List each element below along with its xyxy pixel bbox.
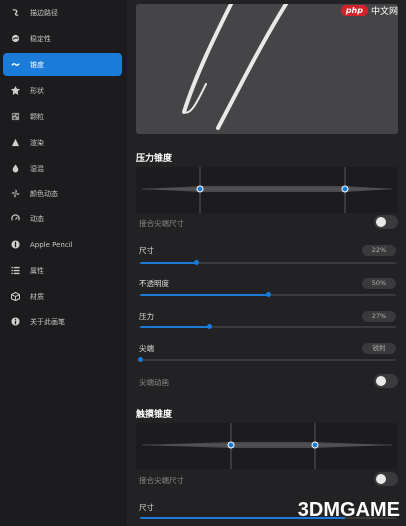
pressure-opacity-slider[interactable] (140, 292, 396, 297)
materials-icon (11, 292, 20, 301)
stroke-preview (136, 4, 398, 134)
touch-taper-end-handle[interactable] (311, 441, 319, 449)
sidebar-item-about-brush[interactable]: 关于此画笔 (3, 310, 122, 333)
apple-pencil-icon (11, 240, 20, 249)
grain-icon (11, 112, 20, 121)
pressure-tip-animation-toggle[interactable] (374, 374, 398, 388)
pressure-size-label: 尺寸 (139, 246, 154, 255)
sidebar-item-label: 形状 (30, 86, 44, 95)
pressure-opacity-label: 不透明度 (139, 279, 169, 288)
sidebar-item-properties[interactable]: 属性 (3, 259, 122, 282)
pressure-opacity-value[interactable]: 50% (362, 278, 396, 289)
sidebar-item-label: 描边路径 (30, 8, 58, 17)
touch-taper-curve[interactable] (136, 423, 398, 469)
color-dynamics-icon (11, 189, 20, 198)
pressure-pressure-value[interactable]: 27% (362, 311, 396, 322)
sidebar-item-stabilization[interactable]: 稳定性 (3, 27, 122, 50)
pressure-taper-curve[interactable] (136, 167, 398, 213)
stroke-preview-drawing (182, 4, 288, 130)
sidebar: 描边路径 稳定性 锥度 形状 颗粒 渲染 湿混 颜色动态 动态 Apple Pe… (0, 0, 127, 526)
taper-start-handle[interactable] (196, 185, 204, 193)
touch-tip-size-label: 接合尖端尺寸 (139, 476, 184, 485)
pressure-tip-slider[interactable] (137, 357, 396, 362)
sidebar-item-label: 属性 (30, 266, 44, 275)
pressure-pressure-label: 压力 (139, 312, 154, 321)
3dmgame-watermark: 3DMGAME (297, 499, 400, 521)
sidebar-item-color-dynamics[interactable]: 颜色动态 (3, 182, 122, 205)
dynamics-icon (11, 214, 20, 223)
pressure-size-value[interactable]: 22% (362, 245, 396, 256)
touch-taper-title: 触摸锥度 (136, 410, 173, 420)
sidebar-item-label: 材质 (30, 292, 44, 301)
sidebar-item-label: Apple Pencil (30, 240, 73, 249)
php-watermark: php 中文网 (340, 4, 398, 17)
sidebar-item-label: 湿混 (30, 164, 44, 173)
touch-taper-start-handle[interactable] (227, 441, 235, 449)
wet-mix-icon (11, 164, 20, 173)
sidebar-item-label: 颗粒 (30, 112, 44, 121)
touch-taper-curve-graphic (142, 423, 392, 469)
touch-tip-size-toggle[interactable] (374, 472, 398, 486)
pressure-tip-animation-label: 尖端动画 (139, 378, 169, 387)
sidebar-item-label: 动态 (30, 214, 44, 223)
shape-icon (11, 86, 20, 95)
pressure-tip-size-toggle[interactable] (374, 215, 398, 229)
pressure-taper-curve-graphic (142, 167, 392, 213)
sidebar-item-label: 稳定性 (30, 34, 51, 43)
info-icon (11, 317, 20, 326)
sidebar-item-shape[interactable]: 形状 (3, 79, 122, 102)
pressure-taper-title: 压力锥度 (136, 154, 173, 164)
sidebar-item-dynamics[interactable]: 动态 (3, 207, 122, 230)
sidebar-item-wet-mix[interactable]: 湿混 (3, 157, 122, 180)
sidebar-item-apple-pencil[interactable]: Apple Pencil (3, 233, 122, 256)
pressure-pressure-slider[interactable] (140, 324, 396, 329)
sidebar-item-stroke-path[interactable]: 描边路径 (3, 1, 122, 24)
sidebar-item-label: 渲染 (30, 138, 44, 147)
pressure-tip-label: 尖端 (139, 344, 154, 353)
sidebar-item-grain[interactable]: 颗粒 (3, 105, 122, 128)
touch-size-label: 尺寸 (139, 503, 154, 512)
sidebar-item-rendering[interactable]: 渲染 (3, 131, 122, 154)
rendering-icon (11, 138, 20, 147)
sidebar-item-taper[interactable]: 锥度 (3, 53, 122, 76)
sidebar-item-label: 锥度 (30, 60, 44, 69)
properties-icon (11, 266, 20, 275)
php-logo: php (340, 5, 368, 16)
sidebar-item-label: 颜色动态 (30, 189, 58, 198)
pressure-tip-value[interactable]: 锐利 (362, 343, 396, 354)
sidebar-item-materials[interactable]: 材质 (3, 285, 122, 308)
taper-icon (11, 60, 20, 69)
php-watermark-text: 中文网 (370, 7, 398, 17)
taper-end-handle[interactable] (341, 185, 349, 193)
pressure-size-slider[interactable] (140, 260, 396, 265)
pressure-tip-size-label: 接合尖端尺寸 (139, 219, 184, 228)
stroke-path-icon (11, 8, 20, 17)
stabilization-icon (11, 34, 20, 43)
sidebar-item-label: 关于此画笔 (30, 317, 65, 326)
